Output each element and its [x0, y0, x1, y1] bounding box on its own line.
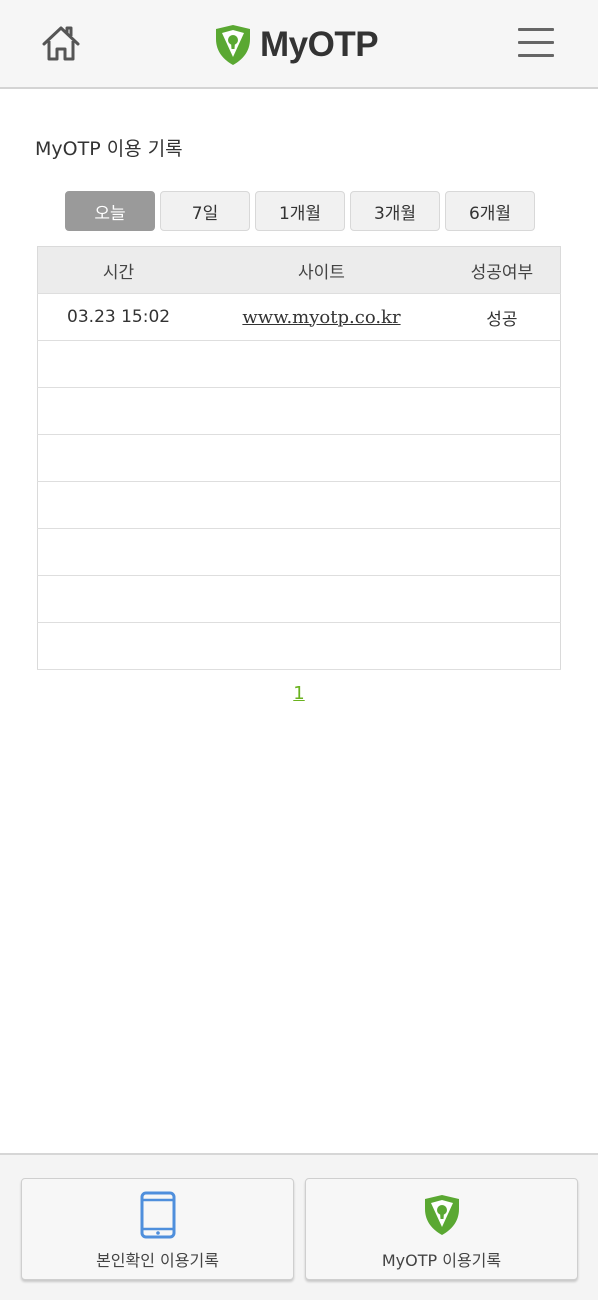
cell-time: 03.23 15:02 — [37, 293, 200, 341]
app-header: MyOTP — [0, 0, 598, 89]
logo-text: MyOTP — [260, 25, 379, 64]
myotp-shield-icon — [424, 1195, 459, 1235]
table-row-empty — [37, 387, 561, 435]
myotp-history-button[interactable]: MyOTP 이용기록 — [305, 1178, 578, 1280]
site-link[interactable]: www.myotp.co.kr — [242, 307, 400, 328]
tablet-icon — [140, 1191, 175, 1239]
table-row-empty — [37, 340, 561, 388]
tab-7days[interactable]: 7일 — [160, 191, 250, 231]
home-button[interactable] — [36, 22, 86, 66]
home-icon — [42, 26, 80, 61]
hamburger-menu-icon — [518, 28, 554, 31]
table-row-empty — [37, 622, 561, 670]
page-title: MyOTP 이용 기록 — [35, 138, 183, 160]
period-tabs: 오늘 7일 1개월 3개월 6개월 — [65, 191, 535, 231]
tab-today[interactable]: 오늘 — [65, 191, 155, 231]
table-header-row: 시간 사이트 성공여부 — [37, 246, 561, 294]
shield-logo-icon — [216, 25, 250, 65]
table-row-empty — [37, 575, 561, 623]
cell-site: www.myotp.co.kr — [199, 293, 444, 341]
table-row-empty — [37, 481, 561, 529]
column-header-result: 성공여부 — [443, 246, 561, 294]
hamburger-menu-icon — [518, 41, 554, 44]
hamburger-menu-icon — [518, 54, 554, 57]
cell-result: 성공 — [443, 293, 561, 341]
table-row: 03.23 15:02 www.myotp.co.kr 성공 — [37, 293, 561, 341]
pagination: 1 — [0, 683, 598, 704]
table-row-empty — [37, 528, 561, 576]
myotp-logo: MyOTP — [214, 22, 379, 68]
identity-history-label: 본인확인 이용기록 — [96, 1251, 219, 1270]
usage-history-table: 시간 사이트 성공여부 03.23 15:02 www.myotp.co.kr … — [37, 246, 561, 670]
myotp-history-label: MyOTP 이용기록 — [381, 1251, 502, 1270]
tab-1month[interactable]: 1개월 — [255, 191, 345, 231]
tab-3months[interactable]: 3개월 — [350, 191, 440, 231]
page-link-1[interactable]: 1 — [293, 683, 304, 704]
column-header-time: 시간 — [37, 246, 200, 294]
column-header-site: 사이트 — [199, 246, 444, 294]
menu-button[interactable] — [514, 24, 558, 64]
bottom-nav: 본인확인 이용기록 MyOTP 이용기록 — [0, 1153, 598, 1300]
table-row-empty — [37, 434, 561, 482]
tab-6months[interactable]: 6개월 — [445, 191, 535, 231]
identity-history-button[interactable]: 본인확인 이용기록 — [21, 1178, 294, 1280]
